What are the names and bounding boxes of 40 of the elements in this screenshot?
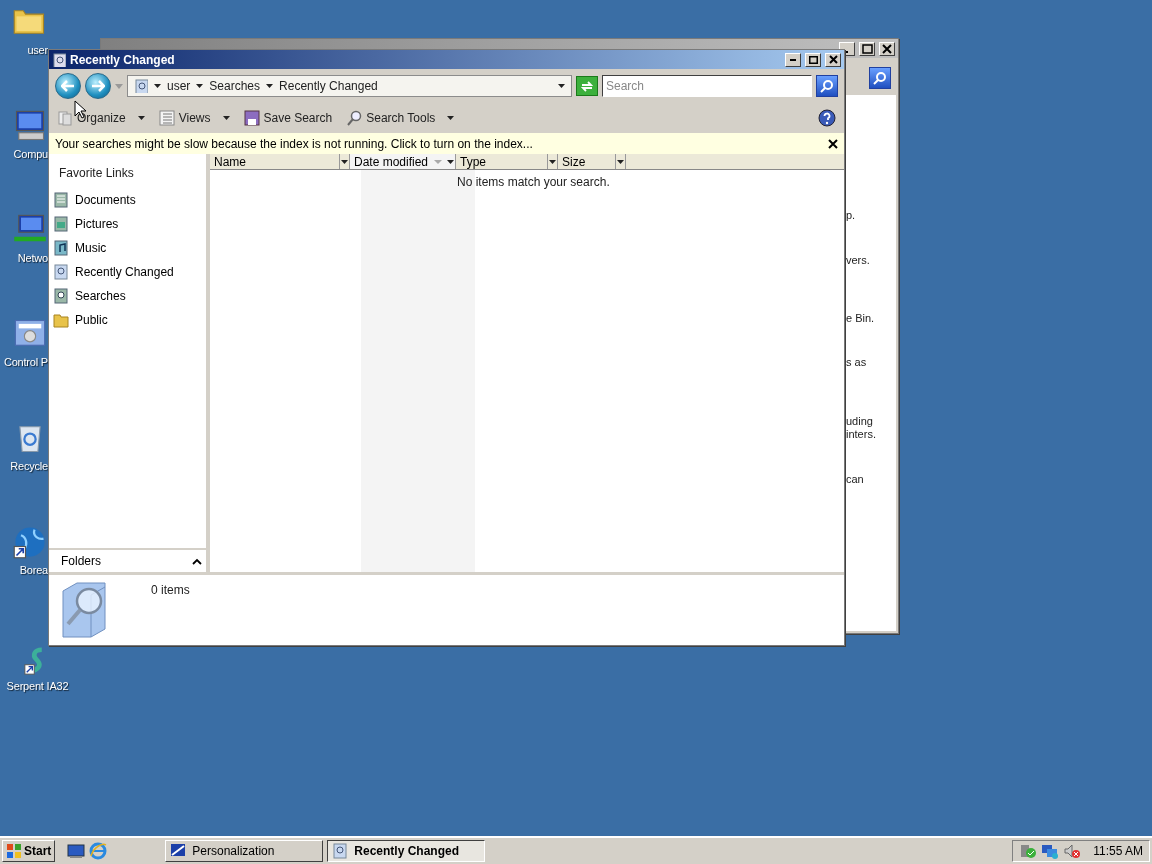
clock: 11:55 AM (1093, 843, 1143, 860)
item-count: 0 items (151, 582, 190, 599)
toolbar-button[interactable]: Organize (57, 109, 145, 127)
breadcrumb-item[interactable]: Recently Changed (279, 77, 378, 95)
desktop-icon-label[interactable]: user (27, 42, 48, 59)
breadcrumb-item[interactable]: user (167, 77, 191, 95)
desktop-icon-label[interactable]: Netwo (17, 250, 48, 267)
favorite-link[interactable]: Recently Changed (53, 262, 206, 282)
address-bar[interactable]: user Searches Recently Changed (127, 75, 572, 97)
breadcrumb-item[interactable]: Searches (209, 77, 261, 95)
favorite-link[interactable]: Public (53, 310, 206, 330)
desktop-icon-label[interactable]: Borea (19, 562, 48, 579)
text-fragment: s as (846, 355, 867, 370)
section-heading: Favorite Links (58, 165, 135, 182)
favorite-link[interactable]: Searches (53, 286, 206, 306)
desktop-icon-label[interactable]: Control P (3, 354, 48, 371)
text-fragment: p. (846, 208, 856, 223)
taskbar-button[interactable]: Recently Changed (327, 840, 486, 862)
column-header[interactable]: Size (558, 154, 626, 169)
toolbar-button[interactable]: Save Search (243, 109, 333, 127)
favorite-link[interactable]: Pictures (53, 214, 206, 234)
toolbar-button[interactable]: Views (158, 109, 230, 127)
desktop-icon-label[interactable]: Recycle (10, 458, 48, 475)
search-field[interactable]: Search (602, 75, 812, 97)
text-fragment: vers. (846, 253, 870, 268)
empty-message: No items match your search. (457, 174, 610, 191)
text-fragment: e Bin. (846, 311, 875, 326)
toolbar-button[interactable]: Search Tools (346, 109, 455, 127)
text-fragment: uding (846, 414, 873, 429)
column-header[interactable]: Date modified (350, 154, 456, 169)
text-fragment: inters. (846, 427, 876, 442)
desktop-icon-label[interactable]: Serpent IA32 (6, 678, 69, 695)
column-header[interactable]: Type (456, 154, 558, 169)
window-title: Recently Changed (70, 51, 176, 69)
text-fragment: can (846, 472, 864, 487)
start-button[interactable]: Start (2, 840, 56, 862)
desktop-icon-label[interactable]: Compu (13, 146, 48, 163)
favorite-link[interactable]: Documents (53, 190, 206, 210)
favorite-link[interactable]: Music (53, 238, 206, 258)
taskbar-button[interactable]: Personalization (165, 840, 324, 862)
